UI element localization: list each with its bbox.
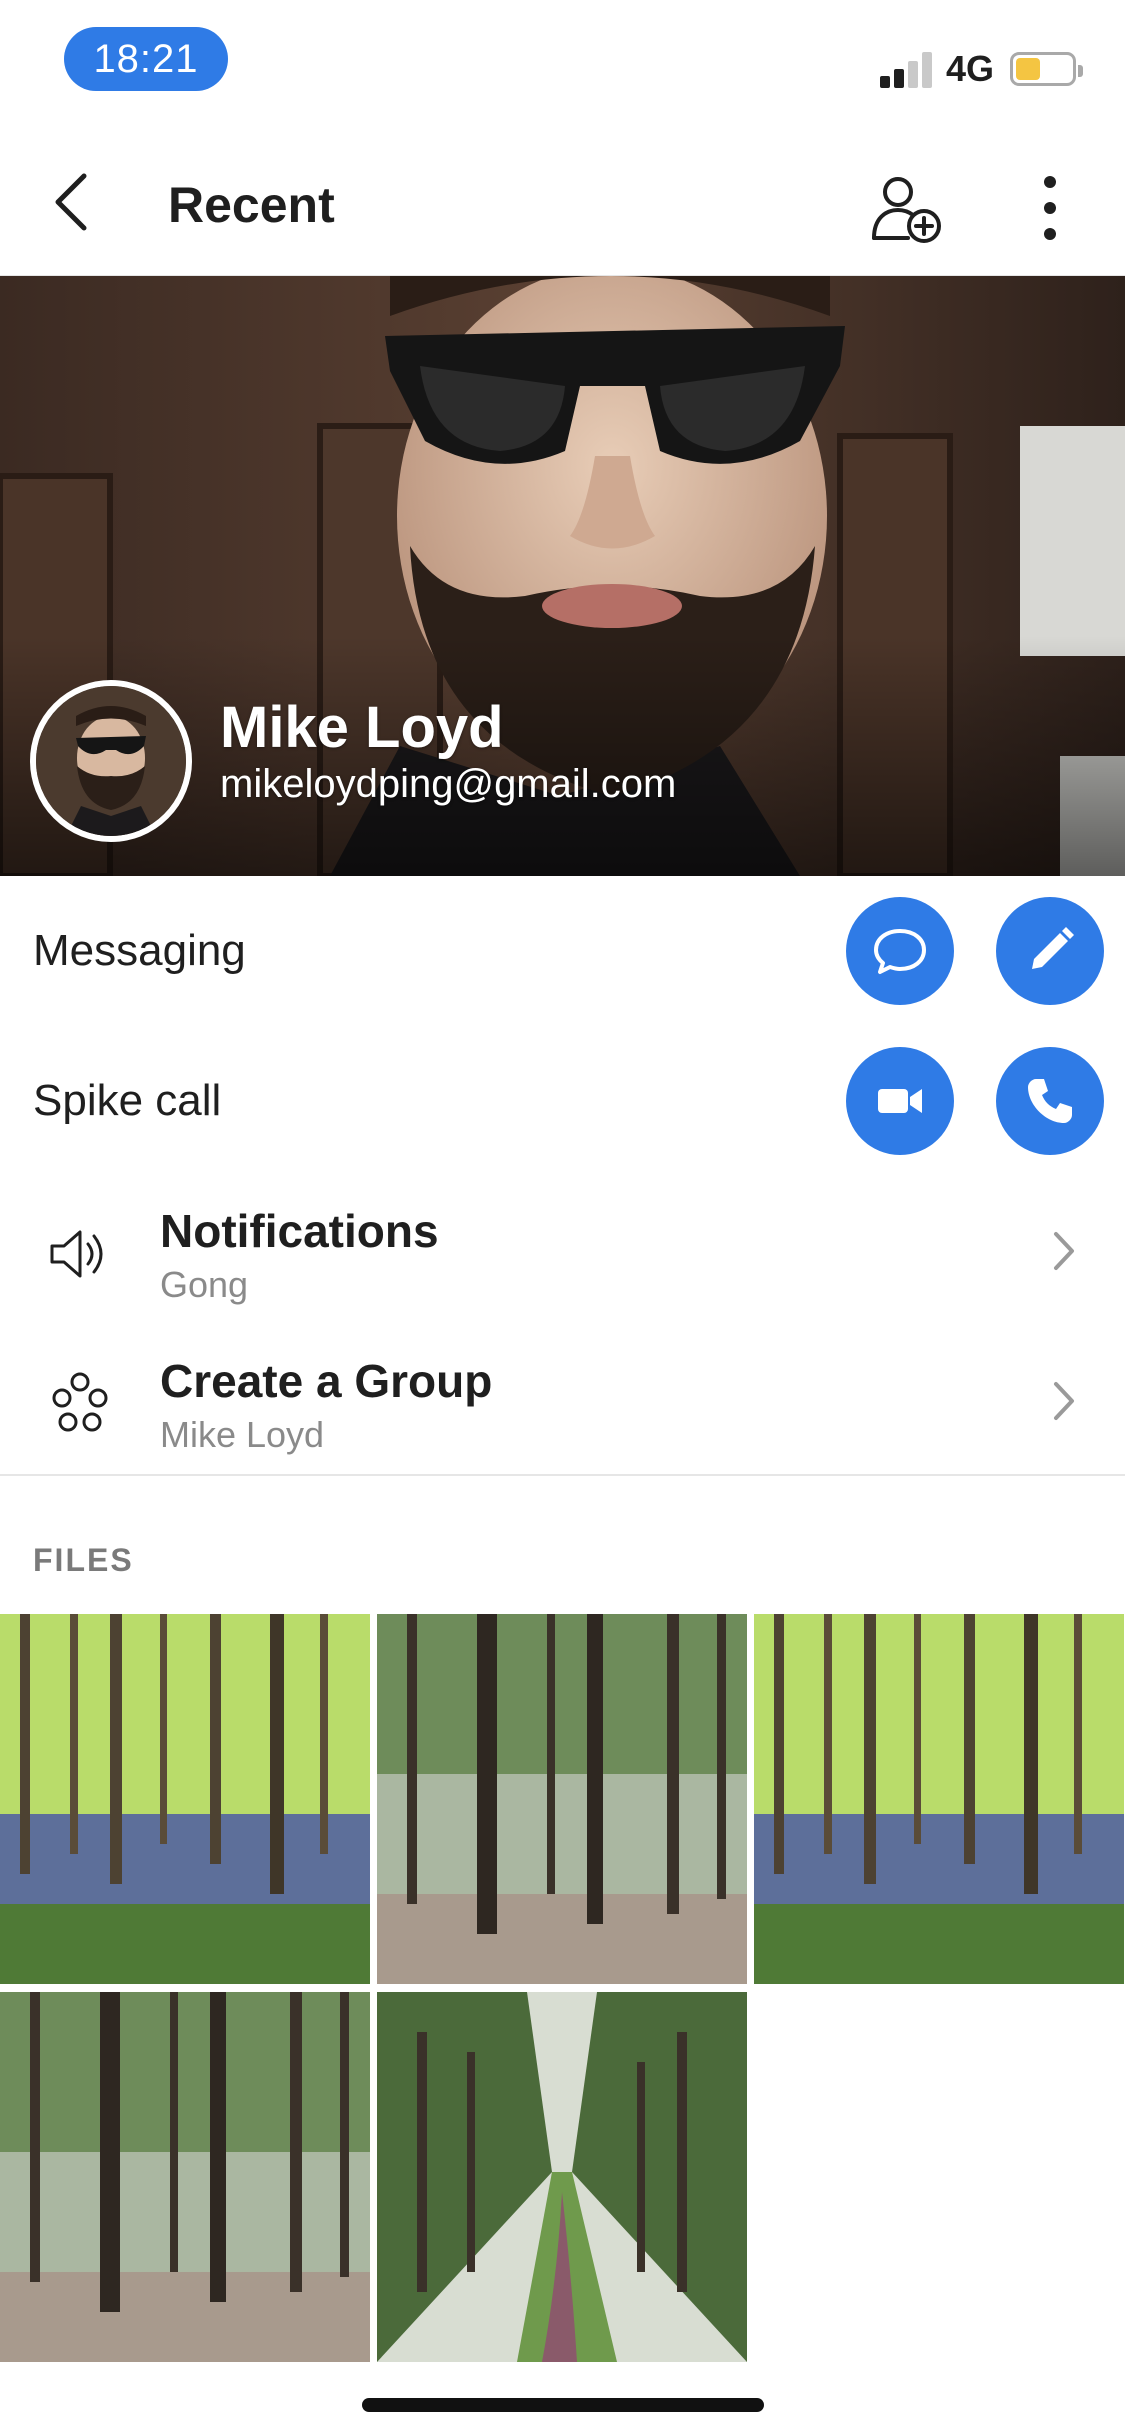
voice-call-button[interactable] (996, 1047, 1104, 1155)
status-time: 18:21 (64, 27, 228, 91)
video-call-button[interactable] (846, 1047, 954, 1155)
chat-bubble-icon (874, 929, 926, 974)
chevron-right-icon (1054, 1382, 1074, 1420)
signal-strength-icon (880, 50, 936, 88)
more-options-button[interactable] (1010, 168, 1090, 248)
file-thumbnail[interactable] (0, 1992, 370, 2362)
messaging-label: Messaging (33, 926, 246, 975)
create-group-title: Create a Group (160, 1355, 493, 1407)
file-thumbnail[interactable] (377, 1992, 747, 2362)
messaging-row: Messaging (0, 876, 1125, 1026)
page-title: Recent (168, 177, 335, 233)
add-contact-button[interactable] (868, 168, 948, 248)
notifications-subtitle: Gong (160, 1264, 249, 1305)
file-thumbnail[interactable] (377, 1614, 747, 1984)
more-vertical-icon (1044, 176, 1056, 240)
navigation-bar: Recent (0, 132, 1125, 276)
send-message-button[interactable] (846, 897, 954, 1005)
file-thumbnail[interactable] (0, 1614, 370, 1984)
speaker-icon (50, 1230, 103, 1278)
pencil-icon (1032, 927, 1074, 969)
group-icon (52, 1372, 108, 1432)
chevron-right-icon (1054, 1232, 1074, 1270)
back-button[interactable] (36, 162, 116, 242)
home-indicator (362, 2398, 764, 2412)
create-group-row[interactable]: Create a Group Mike Loyd (0, 1326, 1125, 1476)
file-thumbnail[interactable] (754, 1614, 1124, 1984)
section-divider (0, 1474, 1125, 1476)
phone-icon (1028, 1079, 1072, 1123)
files-section-label: FILES (33, 1542, 134, 1578)
spike-call-label: Spike call (33, 1076, 222, 1125)
spike-call-row: Spike call (0, 1026, 1125, 1176)
network-type: 4G (946, 48, 995, 89)
create-group-subtitle: Mike Loyd (160, 1414, 325, 1455)
avatar[interactable] (30, 680, 192, 842)
battery-icon (1010, 52, 1083, 86)
notifications-title: Notifications (160, 1205, 439, 1257)
profile-name: Mike Loyd (220, 695, 504, 760)
add-user-icon (872, 177, 941, 243)
notifications-row[interactable]: Notifications Gong (0, 1176, 1125, 1326)
compose-button[interactable] (996, 897, 1104, 1005)
chevron-left-icon (55, 173, 87, 231)
video-camera-icon (878, 1089, 922, 1113)
profile-email[interactable]: mikeloydping@gmail.com (220, 762, 676, 807)
status-bar: 18:21 4G (0, 0, 1125, 132)
